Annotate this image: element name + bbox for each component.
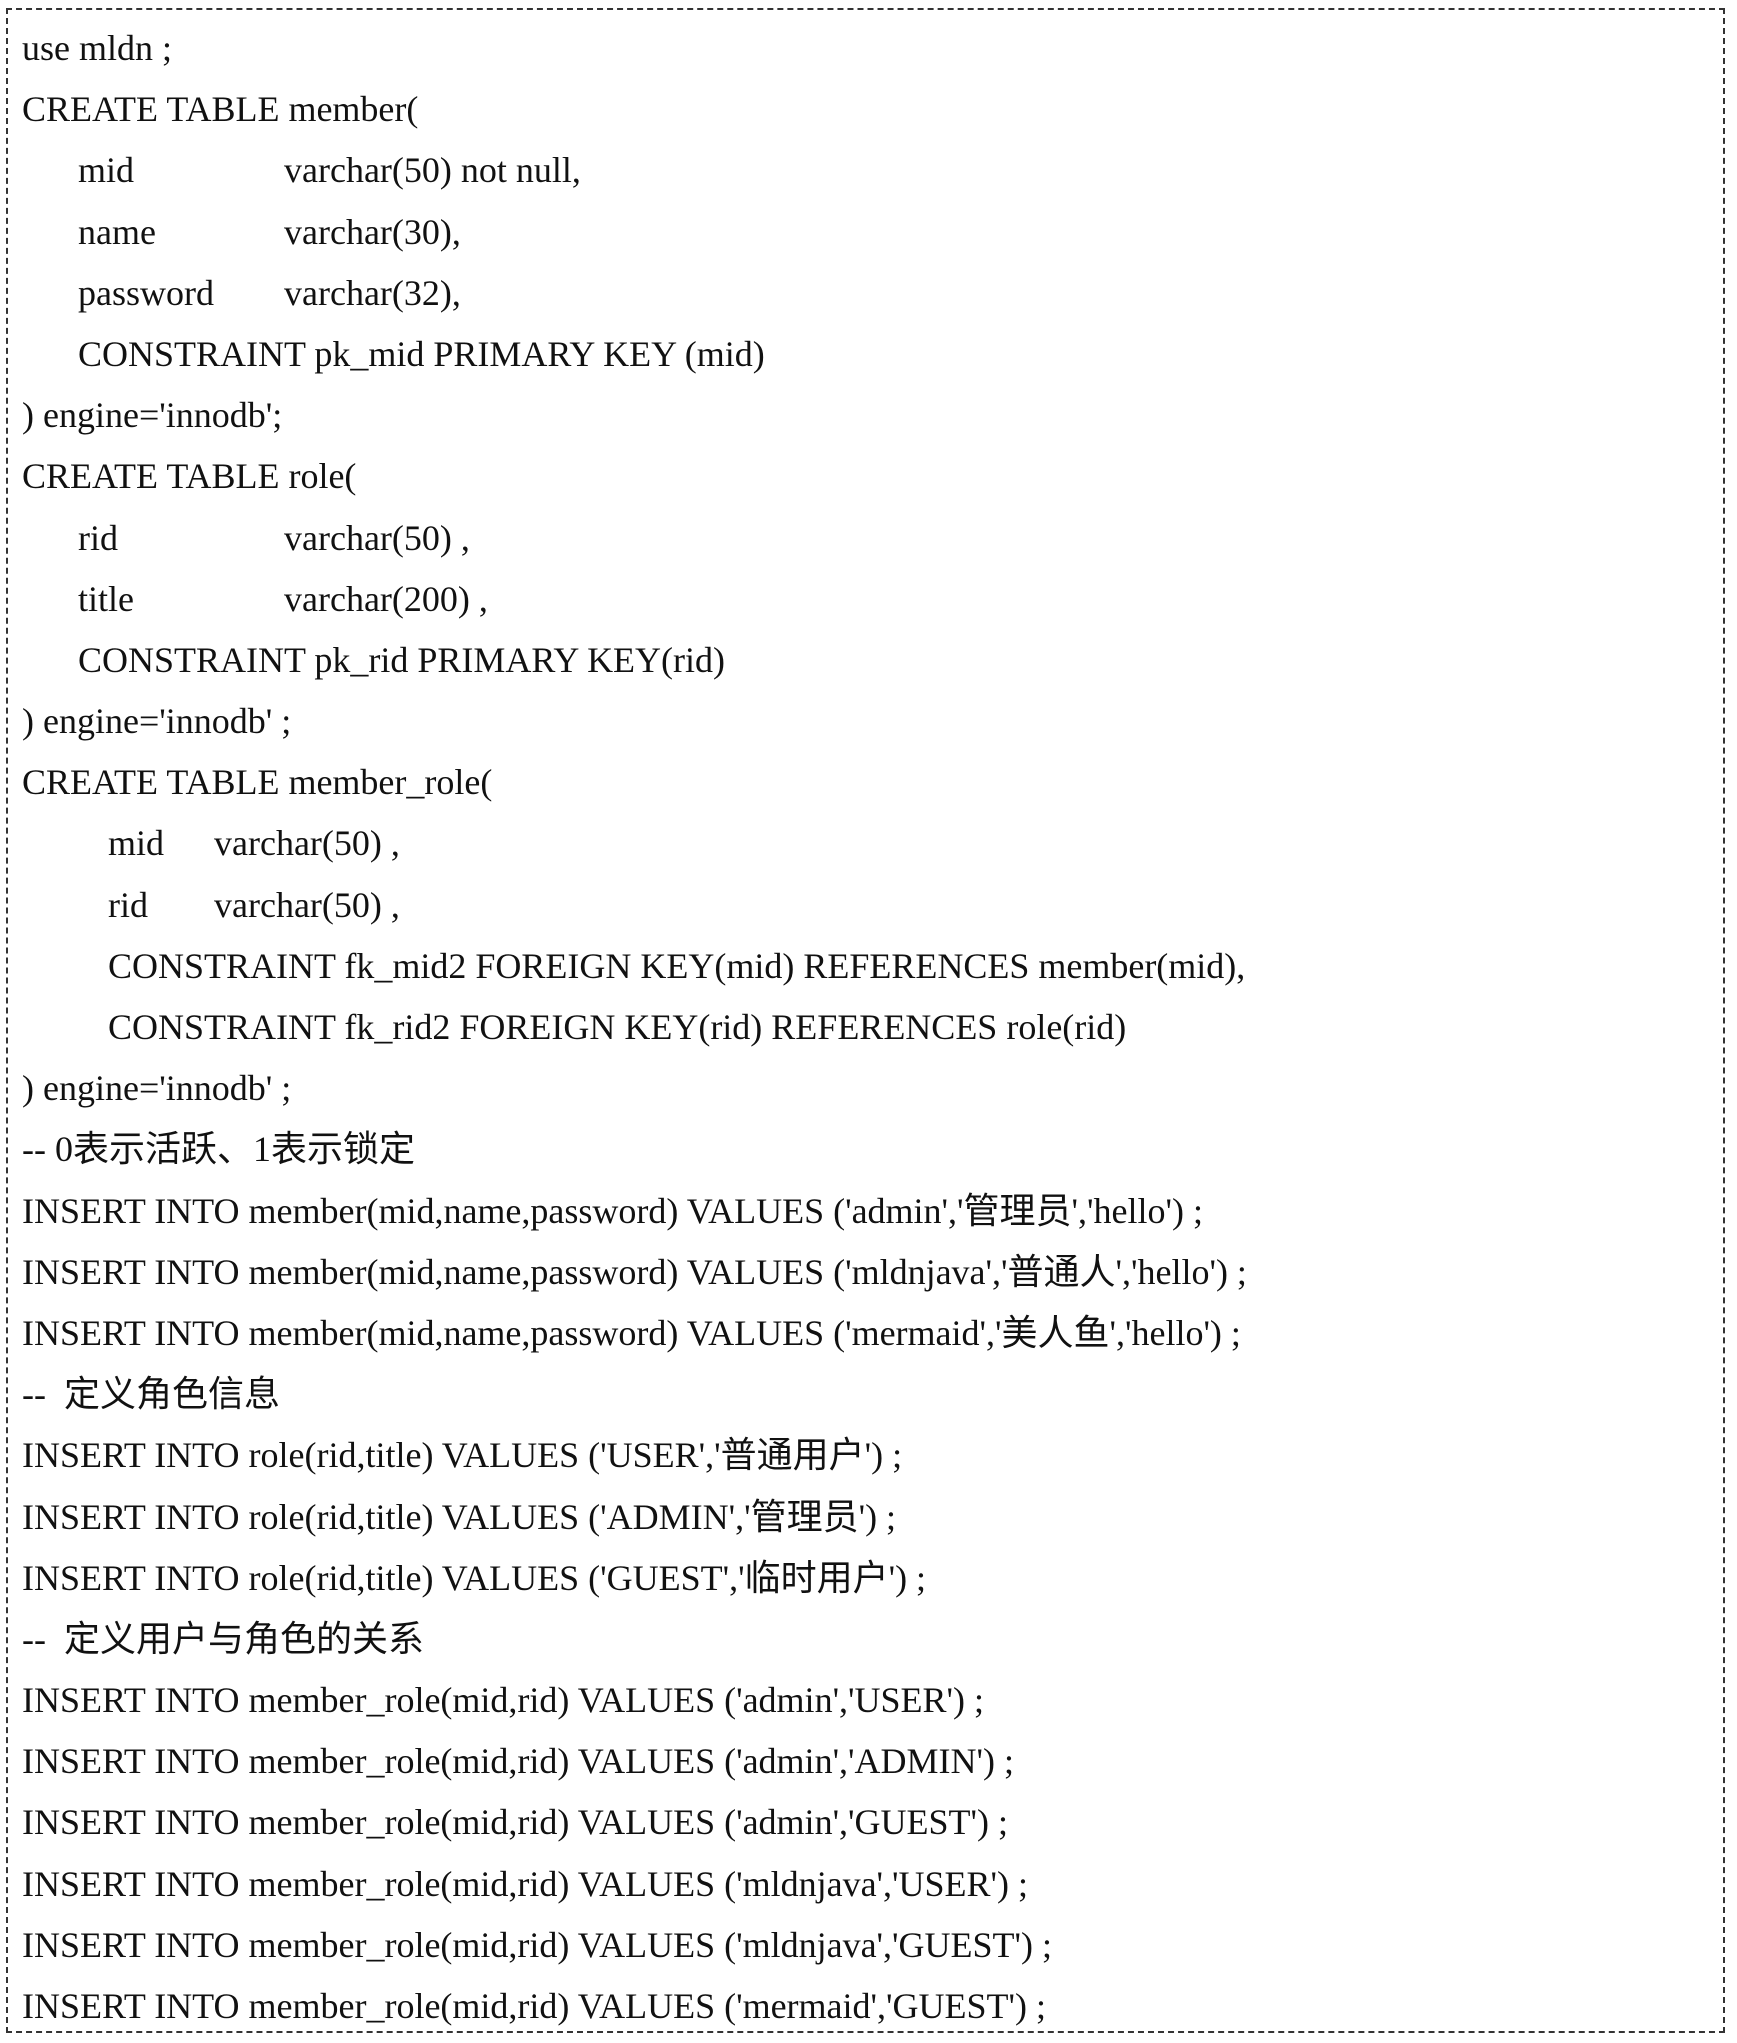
code-line: CREATE TABLE member( (22, 89, 419, 130)
column-name: title (78, 578, 134, 619)
code-line: ) engine='innodb'; (22, 395, 283, 436)
code-line: CREATE TABLE role( (22, 456, 357, 497)
code-line: rid varchar(50) , (22, 508, 1247, 569)
code-line: INSERT INTO member(mid,name,password) VA… (22, 1312, 1241, 1353)
column-name: password (78, 272, 214, 313)
code-line: INSERT INTO member_role(mid,rid) VALUES … (22, 1680, 985, 1721)
code-line: INSERT INTO role(rid,title) VALUES ('ADM… (22, 1496, 897, 1537)
code-line: CONSTRAINT fk_rid2 FOREIGN KEY(rid) REFE… (108, 1007, 1127, 1047)
code-line: CREATE TABLE member_role( (22, 762, 493, 803)
column-name: rid (78, 517, 118, 558)
code-line: name varchar(30), (22, 202, 1247, 263)
code-line: INSERT INTO role(rid,title) VALUES ('USE… (22, 1435, 903, 1476)
column-type: varchar(50) , (284, 517, 470, 558)
column-name: name (78, 211, 156, 252)
code-line: password varchar(32), (22, 263, 1247, 324)
code-line: INSERT INTO member(mid,name,password) VA… (22, 1251, 1247, 1292)
code-line: INSERT INTO member_role(mid,rid) VALUES … (22, 1924, 1052, 1965)
code-comment: -- 0表示活跃、1表示锁定 (22, 1129, 415, 1170)
column-type: varchar(200) , (284, 578, 488, 619)
column-name: mid (78, 150, 135, 191)
code-line: rid varchar(50) , (22, 875, 1247, 936)
code-comment: -- 定义用户与角色的关系 (22, 1618, 424, 1659)
code-line: use mldn ; (22, 28, 172, 68)
column-type: varchar(50) , (214, 823, 400, 864)
code-line: CONSTRAINT pk_rid PRIMARY KEY(rid) (78, 639, 726, 680)
code-line: INSERT INTO member_role(mid,rid) VALUES … (22, 1741, 1015, 1782)
code-line: ) engine='innodb' ; (22, 701, 292, 742)
column-name: rid (108, 884, 148, 925)
code-line: CONSTRAINT fk_mid2 FOREIGN KEY(mid) REFE… (108, 945, 1246, 986)
code-line: INSERT INTO member(mid,name,password) VA… (22, 1190, 1203, 1231)
code-line: mid varchar(50) not null, (22, 140, 1247, 201)
code-line: ) engine='innodb' ; (22, 1068, 292, 1109)
code-line: CONSTRAINT pk_mid PRIMARY KEY (mid) (78, 333, 765, 374)
code-line: INSERT INTO member_role(mid,rid) VALUES … (22, 1863, 1029, 1904)
code-line: mid varchar(50) , (22, 813, 1247, 874)
column-type: varchar(50) not null, (284, 150, 581, 191)
code-comment: -- 定义角色信息 (22, 1374, 280, 1415)
code-line: title varchar(200) , (22, 569, 1247, 630)
code-line: INSERT INTO member_role(mid,rid) VALUES … (22, 1802, 1009, 1843)
column-type: varchar(50) , (214, 884, 400, 925)
code-line: INSERT INTO member_role(mid,rid) VALUES … (22, 1986, 1046, 2026)
column-name: mid (108, 823, 165, 864)
column-type: varchar(32), (284, 272, 461, 313)
column-type: varchar(30), (284, 211, 461, 252)
sql-code-block: use mldn ; CREATE TABLE member( mid varch… (22, 18, 1247, 2037)
code-line: INSERT INTO role(rid,title) VALUES ('GUE… (22, 1557, 927, 1598)
